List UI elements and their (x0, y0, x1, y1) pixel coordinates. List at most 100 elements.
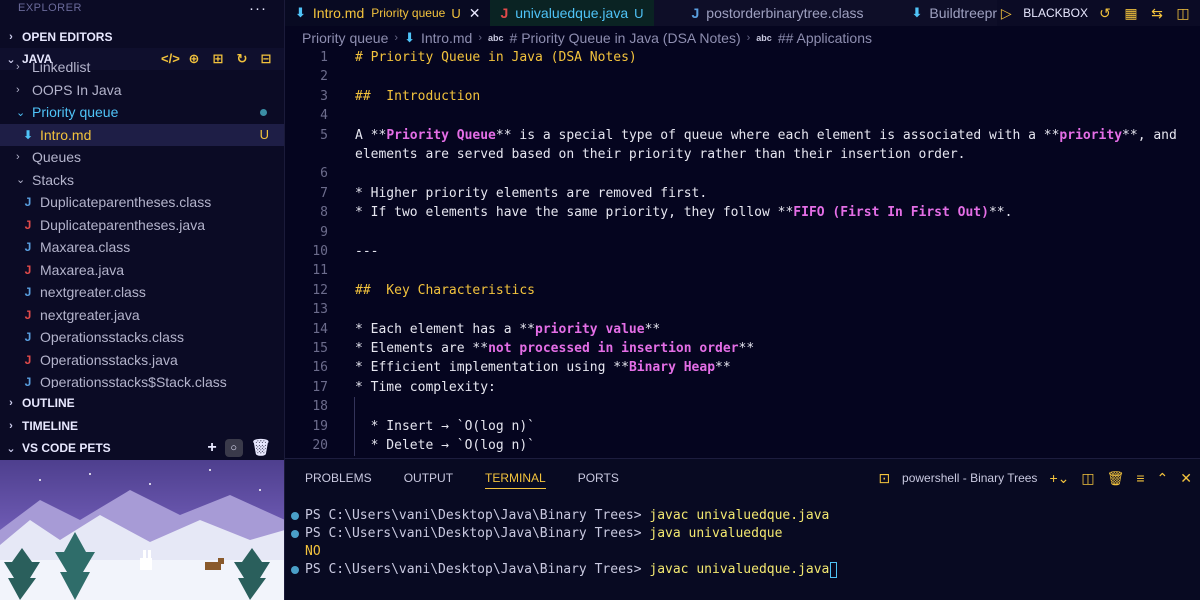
tree-folder[interactable]: › OOPS In Java (0, 79, 284, 102)
class-icon: J (24, 195, 32, 210)
tab-label: postorderbinarytree.class (706, 5, 864, 21)
tree-file[interactable]: J Operationsstacks.class (0, 326, 284, 349)
terminal-selector[interactable]: powershell - Binary Trees (902, 471, 1037, 485)
tab-problems[interactable]: PROBLEMS (285, 459, 384, 497)
tree-file[interactable]: Jnextgreater.java (0, 304, 284, 327)
line-number: 11 (312, 263, 328, 279)
code-line: 16 * Efficient implementation using **Bin… (285, 358, 1200, 377)
calculator-icon[interactable]: ▦ (1122, 5, 1140, 22)
untracked-badge: U (259, 127, 269, 143)
code-line: 17 * Time complexity: (285, 378, 1200, 397)
heading-text: ## Introduction (355, 88, 481, 104)
tree-file[interactable]: J Duplicateparentheses.class (0, 191, 284, 214)
tree-item-label: Operationsstacks.class (40, 329, 184, 346)
plain-text: A ** (355, 127, 387, 143)
tree-file[interactable]: J Maxarea.java (0, 259, 284, 282)
tab-terminal[interactable]: TERMINAL (465, 459, 558, 497)
prompt: PS C:\Users\vani\Desktop\Java\Binary Tre… (305, 526, 650, 541)
tree-item-label: Operationsstacks.java (40, 351, 178, 368)
terminal-text: PS C:\Users\vani\Desktop\Java\Binary Tre… (305, 507, 829, 525)
tree-folder[interactable]: ⌄ Stacks (0, 169, 284, 192)
trash-icon[interactable]: 🗑 (1107, 470, 1125, 487)
trash-icon[interactable]: 🗑 (251, 438, 271, 458)
add-pet-icon[interactable]: + (207, 439, 216, 457)
plain-text: * Insert → `O(log n)` (355, 418, 536, 434)
maximize-icon[interactable]: ⌃ (1157, 470, 1169, 487)
split-editor-icon[interactable]: ◫ (1174, 5, 1192, 22)
tree-folder[interactable]: ⌄ Priority queue (0, 101, 284, 124)
line-number: 20 (312, 438, 328, 453)
plain-text: * Higher priority elements are removed f… (355, 185, 708, 201)
tab-ports[interactable]: PORTS (558, 459, 631, 497)
blackbox-button[interactable]: BLACKBOX (1023, 6, 1088, 20)
command: javac univaluedque.java (649, 562, 830, 577)
heading-text: # Priority Queue in Java (DSA Notes) (355, 50, 637, 65)
code-line: elements are served based on their prior… (285, 145, 1200, 164)
new-terminal-icon[interactable]: +⌄ (1049, 470, 1069, 487)
terminal-line: PS C:\Users\vani\Desktop\Java\Binary Tre… (285, 507, 1200, 525)
winter-landscape-image (0, 469, 284, 600)
compare-icon[interactable]: ⇆ (1148, 5, 1166, 22)
markdown-icon: ⬇ (22, 127, 34, 142)
close-icon[interactable]: ✕ (469, 5, 481, 22)
plain-text: ** is a special type of queue where each… (495, 127, 1060, 143)
code-line: 19 * Insert → `O(log n)` (285, 417, 1200, 436)
timeline-section[interactable]: › TIMELINE (0, 415, 284, 437)
tab-intro-md[interactable]: ⬇ Intro.md Priority queue U ✕ (285, 0, 491, 26)
symbol-string-icon: abc (488, 33, 504, 43)
chevron-right-icon: › (9, 397, 13, 409)
chevron-down-icon: ⌄ (6, 442, 16, 455)
terminal-text: NO (305, 543, 321, 561)
untracked-badge: U (634, 5, 644, 21)
tree-folder[interactable]: › Queues (0, 146, 284, 169)
plain-text: * Efficient implementation using ** (355, 360, 629, 376)
chevron-right-icon: › (16, 83, 20, 96)
bold-text: Binary Heap (628, 360, 716, 376)
outline-section[interactable]: › OUTLINE (0, 392, 284, 414)
breadcrumb-heading-2[interactable]: ## Applications (778, 30, 872, 46)
plain-text: **. (988, 205, 1013, 221)
tree-file[interactable]: ⬇ Intro.md U (0, 123, 284, 146)
split-terminal-icon[interactable]: ◫ (1081, 470, 1094, 487)
tab-univaluedque-java[interactable]: J univaluedque.java U (490, 0, 654, 26)
breadcrumb-heading-1[interactable]: # Priority Queue in Java (DSA Notes) (510, 30, 741, 46)
command-output: NO (305, 544, 321, 559)
plain-text: ** (715, 360, 731, 376)
line-text: --- (355, 242, 378, 261)
pets-actions: + ○ 🗑 (207, 437, 271, 459)
code-line: 8 * If two elements have the same priorit… (285, 203, 1200, 222)
tree-file[interactable]: J Operationsstacks$Stack.class (0, 371, 284, 388)
tab-output[interactable]: OUTPUT (384, 459, 465, 497)
section-label: VS CODE PETS (22, 441, 111, 455)
code-line: 3 ## Introduction (285, 87, 1200, 106)
bold-text: FIFO (First In First Out) (793, 205, 989, 221)
terminal-output[interactable]: PS C:\Users\vani\Desktop\Java\Binary Tre… (285, 507, 1200, 579)
open-editors-section[interactable]: › OPEN EDITORS (0, 26, 284, 48)
class-icon: J (24, 375, 32, 388)
tree-folder[interactable]: › Linkedlist (0, 56, 284, 79)
line-text: * If two elements have the same priority… (355, 203, 1012, 222)
tree-file[interactable]: J Duplicateparentheses.java (0, 214, 284, 237)
plain-text: * Each element has a ** (355, 321, 536, 337)
code-line: 14 * Each element has a **priority value*… (285, 320, 1200, 339)
chevron-down-icon: ⌄ (16, 174, 26, 187)
line-text: A **Priority Queue** is a special type o… (355, 126, 1177, 145)
throw-ball-icon[interactable]: ○ (224, 439, 243, 457)
tab-postorder-class[interactable]: J postorderbinarytree.class (653, 0, 874, 26)
more-actions-icon[interactable]: ··· (249, 0, 267, 17)
run-icon[interactable]: ▷ (997, 5, 1015, 22)
text-cursor (830, 561, 838, 578)
pets-section[interactable]: ⌄ VS CODE PETS + ○ 🗑 (0, 437, 284, 459)
breadcrumb-file[interactable]: Intro.md (421, 30, 472, 46)
plain-text: ** (738, 341, 755, 356)
tree-file[interactable]: J Maxarea.class (0, 236, 284, 259)
more-icon[interactable]: ≡ (1136, 470, 1144, 486)
code-editor[interactable]: 1 # Priority Queue in Java (DSA Notes) 2 3 #… (285, 48, 1200, 456)
tree-file[interactable]: J Operationsstacks.java (0, 349, 284, 372)
breadcrumb-folder[interactable]: Priority queue (302, 30, 388, 46)
line-number: 7 (320, 185, 328, 201)
code-line: 15 * Elements are **not processed in inse… (285, 339, 1200, 358)
history-icon[interactable]: ↺ (1096, 5, 1114, 22)
tree-file[interactable]: Jnextgreater.class (0, 281, 284, 304)
close-icon[interactable]: ✕ (1180, 470, 1192, 487)
